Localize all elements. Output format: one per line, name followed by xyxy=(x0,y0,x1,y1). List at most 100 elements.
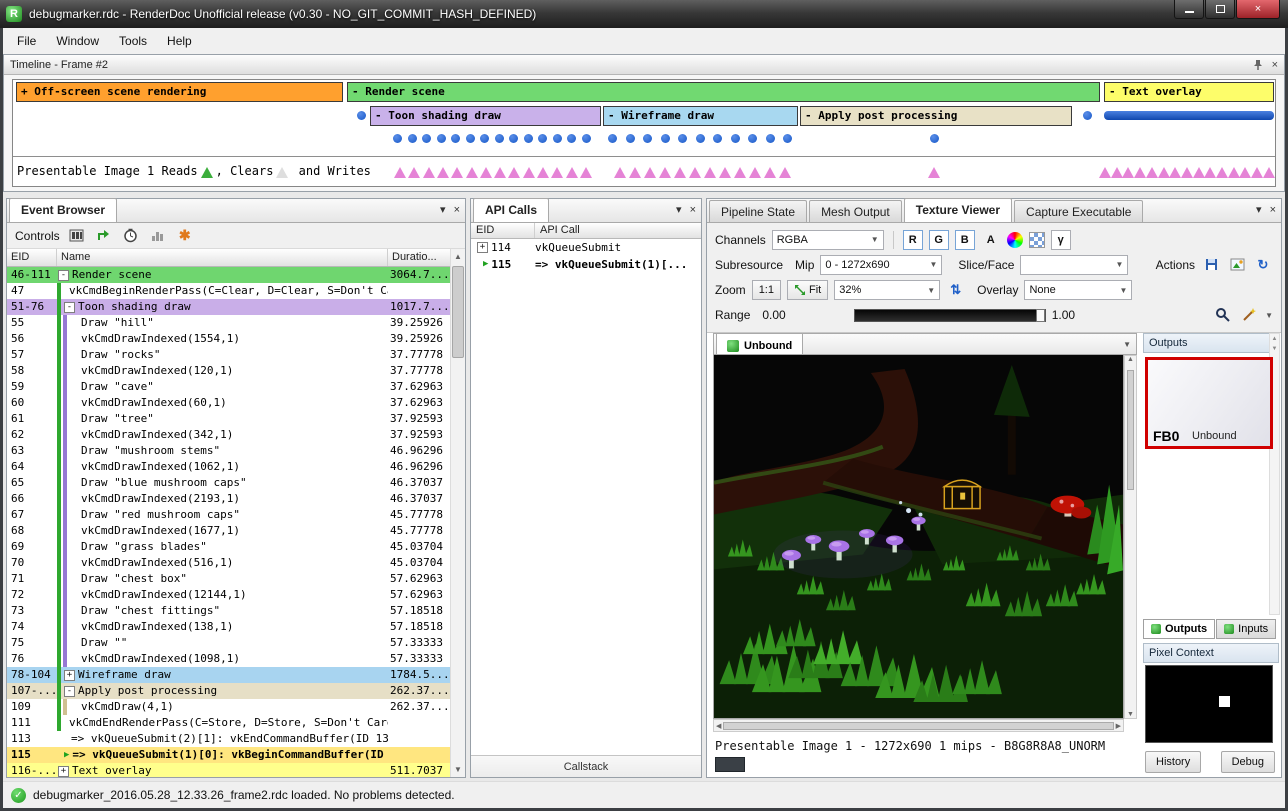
menu-help[interactable]: Help xyxy=(157,30,202,52)
event-row[interactable]: 76vkCmdDrawIndexed(1098,1)57.33333 xyxy=(7,651,450,667)
event-row[interactable]: 111vkCmdEndRenderPass(C=Store, D=Store, … xyxy=(7,715,450,731)
timeline-bar[interactable]: - Text overlay xyxy=(1104,82,1274,102)
timeline-draw-dot[interactable] xyxy=(643,134,652,143)
side-tab-inputs[interactable]: Inputs xyxy=(1216,619,1276,639)
write-marker-triangle[interactable] xyxy=(494,167,506,178)
event-row[interactable]: 70vkCmdDrawIndexed(516,1)45.03704 xyxy=(7,555,450,571)
magnifier-icon[interactable] xyxy=(1213,305,1233,325)
timeline-draw-dot[interactable] xyxy=(480,134,489,143)
filter-icon[interactable] xyxy=(67,226,87,246)
history-button[interactable]: History xyxy=(1145,751,1201,773)
write-marker-triangle[interactable] xyxy=(1099,167,1111,178)
event-browser-scrollbar[interactable]: ▲ ▼ xyxy=(450,249,465,777)
event-row[interactable]: 62vkCmdDrawIndexed(342,1)37.92593 xyxy=(7,427,450,443)
zoom-dropdown[interactable]: 32%▼ xyxy=(834,280,940,300)
timeline-close-icon[interactable]: × xyxy=(1272,59,1278,71)
timeline-draw-dot[interactable] xyxy=(408,134,417,143)
write-marker-triangle[interactable] xyxy=(466,167,478,178)
chevron-down-icon[interactable]: ▼ xyxy=(1265,311,1273,320)
write-marker-triangle[interactable] xyxy=(1181,167,1193,178)
write-marker-triangle[interactable] xyxy=(580,167,592,178)
menu-tools[interactable]: Tools xyxy=(109,30,157,52)
timeline-draw-dot[interactable] xyxy=(538,134,547,143)
timeline-draw-dot[interactable] xyxy=(357,111,366,120)
flip-y-icon[interactable]: ⇅ xyxy=(950,282,961,298)
texture-horizontal-scrollbar[interactable]: ◀▶ xyxy=(713,719,1124,732)
refresh-icon[interactable]: ↻ xyxy=(1253,255,1273,275)
timeline-bar[interactable]: + Off-screen scene rendering xyxy=(16,82,343,102)
scroll-thumb[interactable] xyxy=(452,266,464,358)
write-marker-triangle[interactable] xyxy=(451,167,463,178)
channel-b-button[interactable]: B xyxy=(955,230,975,250)
menu-window[interactable]: Window xyxy=(46,30,109,52)
write-marker-triangle[interactable] xyxy=(1169,167,1181,178)
event-row[interactable]: 64vkCmdDrawIndexed(1062,1)46.96296 xyxy=(7,459,450,475)
timeline-bar[interactable]: - Apply post processing xyxy=(800,106,1072,126)
expand-toggle-icon[interactable]: - xyxy=(58,270,69,281)
pin-icon[interactable] xyxy=(1252,59,1264,71)
wand-icon[interactable] xyxy=(1239,305,1259,325)
api-call-row[interactable]: +114vkQueueSubmit xyxy=(471,239,701,256)
write-marker-triangle[interactable] xyxy=(508,167,520,178)
minimize-button[interactable] xyxy=(1174,0,1204,19)
event-row[interactable]: 47vkCmdBeginRenderPass(C=Clear, D=Clear,… xyxy=(7,283,450,299)
write-marker-triangle[interactable] xyxy=(719,167,731,178)
chevron-down-icon[interactable]: ▾ xyxy=(1256,204,1262,216)
write-marker-triangle[interactable] xyxy=(1239,167,1251,178)
color-wheel-icon[interactable] xyxy=(1007,232,1023,248)
scroll-down-icon[interactable]: ▼ xyxy=(451,762,465,777)
write-marker-triangle[interactable] xyxy=(704,167,716,178)
timeline-draw-bar[interactable] xyxy=(1104,111,1274,120)
write-marker-triangle[interactable] xyxy=(749,167,761,178)
timeline-bar[interactable]: - Wireframe draw xyxy=(603,106,798,126)
expand-toggle-icon[interactable]: - xyxy=(64,302,75,313)
write-marker-triangle[interactable] xyxy=(551,167,563,178)
event-row[interactable]: 59Draw "cave"37.62963 xyxy=(7,379,450,395)
write-marker-triangle[interactable] xyxy=(614,167,626,178)
channel-r-button[interactable]: R xyxy=(903,230,923,250)
write-marker-triangle[interactable] xyxy=(629,167,641,178)
timeline-draw-dot[interactable] xyxy=(567,134,576,143)
expand-toggle-icon[interactable]: + xyxy=(64,670,75,681)
write-marker-triangle[interactable] xyxy=(659,167,671,178)
close-icon[interactable]: × xyxy=(690,204,696,216)
write-marker-triangle[interactable] xyxy=(689,167,701,178)
write-marker-triangle[interactable] xyxy=(423,167,435,178)
event-row[interactable]: 71Draw "chest box"57.62963 xyxy=(7,571,450,587)
timeline-draw-dot[interactable] xyxy=(661,134,670,143)
timeline-draw-dot[interactable] xyxy=(466,134,475,143)
write-marker-triangle[interactable] xyxy=(1146,167,1158,178)
event-row[interactable]: 65Draw "blue mushroom caps"46.37037 xyxy=(7,475,450,491)
event-row[interactable]: 73Draw "chest fittings"57.18518 xyxy=(7,603,450,619)
write-marker-triangle[interactable] xyxy=(1251,167,1263,178)
write-marker-triangle[interactable] xyxy=(764,167,776,178)
event-row[interactable]: 107-...-Apply post processing262.37... xyxy=(7,683,450,699)
event-row[interactable]: 63Draw "mushroom stems"46.96296 xyxy=(7,443,450,459)
close-icon[interactable]: × xyxy=(454,204,460,216)
timeline-draw-dot[interactable] xyxy=(748,134,757,143)
timeline-draw-dot[interactable] xyxy=(582,134,591,143)
event-row[interactable]: 115▶=> vkQueueSubmit(1)[0]: vkBeginComma… xyxy=(7,747,450,763)
tab-mesh-output[interactable]: Mesh Output xyxy=(809,200,902,222)
event-row[interactable]: 67Draw "red mushroom caps"45.77778 xyxy=(7,507,450,523)
timeline-draw-dot[interactable] xyxy=(451,134,460,143)
write-marker-triangle[interactable] xyxy=(1228,167,1240,178)
event-row[interactable]: 109vkCmdDraw(4,1)262.37... xyxy=(7,699,450,715)
timeline-draw-dot[interactable] xyxy=(437,134,446,143)
write-marker-triangle[interactable] xyxy=(779,167,791,178)
event-row[interactable]: 51-76-Toon shading draw1017.7... xyxy=(7,299,450,315)
column-eid[interactable]: EID xyxy=(7,249,57,266)
write-marker-triangle[interactable] xyxy=(1122,167,1134,178)
callstack-section[interactable]: Callstack xyxy=(471,755,701,777)
goto-icon[interactable] xyxy=(94,226,114,246)
timeline-draw-dot[interactable] xyxy=(553,134,562,143)
fit-button[interactable]: Fit xyxy=(787,280,828,300)
expand-toggle-icon[interactable]: + xyxy=(477,242,488,253)
event-row[interactable]: 61Draw "tree"37.92593 xyxy=(7,411,450,427)
timeline-draw-dot[interactable] xyxy=(783,134,792,143)
texture-tab-unbound[interactable]: Unbound xyxy=(716,333,803,354)
debug-button[interactable]: Debug xyxy=(1221,751,1275,773)
texture-vertical-scrollbar[interactable]: ▲▼ xyxy=(1124,355,1137,719)
write-marker-triangle[interactable] xyxy=(928,167,940,178)
gamma-button[interactable]: γ xyxy=(1051,230,1071,250)
